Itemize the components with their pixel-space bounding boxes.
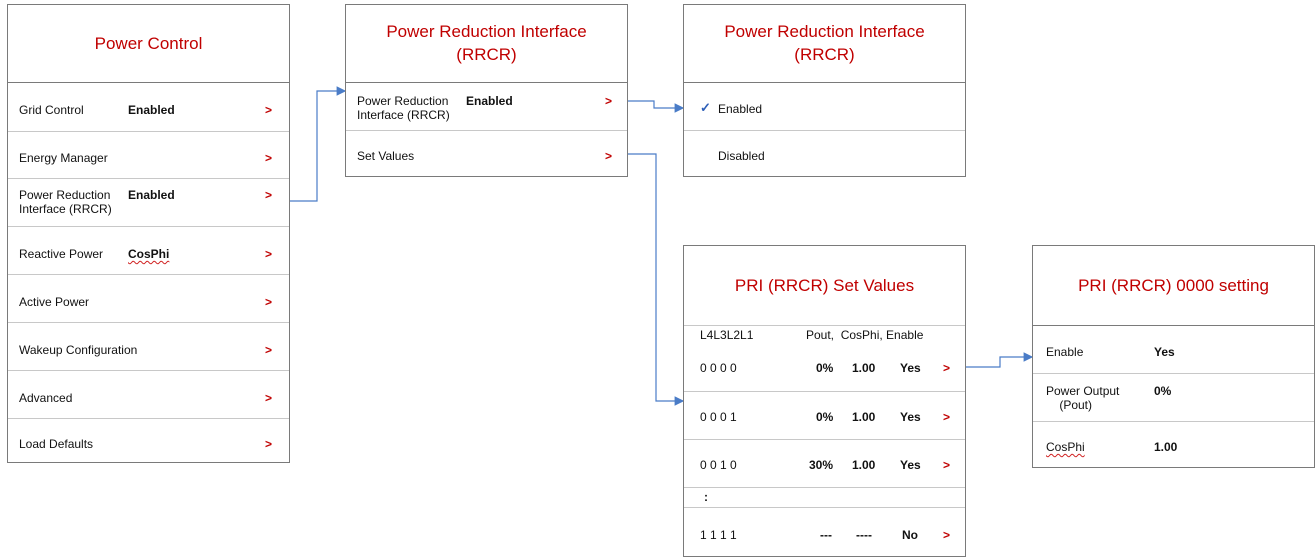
- set-values-panel: PRI (RRCR) Set Values L4L3L2L1 Pout, Cos…: [683, 245, 966, 557]
- rrcr-select-title: Power Reduction Interface (RRCR): [724, 22, 925, 64]
- chevron-right-icon[interactable]: >: [943, 458, 950, 472]
- pout-value: 30%: [809, 458, 834, 472]
- row-value: Yes: [1154, 345, 1175, 359]
- row-label: Advanced: [19, 391, 73, 405]
- row-value: Enabled: [128, 188, 175, 202]
- setting-row-power-output[interactable]: Power Output (Pout) 0%: [1033, 373, 1314, 422]
- chevron-right-icon[interactable]: >: [943, 361, 950, 375]
- bits-value: 1 1 1 1: [700, 528, 737, 542]
- set-value-row-0010[interactable]: 0 0 1 0 30% 1.00 Yes >: [684, 439, 965, 488]
- row-label: Set Values: [357, 149, 415, 163]
- header-bits-label: L4L3L2L1: [700, 328, 754, 342]
- arrow-rrcr-to-select: [628, 100, 685, 113]
- row-label: Active Power: [19, 295, 90, 309]
- chevron-right-icon[interactable]: >: [265, 247, 272, 261]
- enable-value: Yes: [900, 410, 921, 424]
- set-value-row-1111[interactable]: 1 1 1 1 --- ---- No >: [684, 507, 965, 558]
- row-label: Power Output (Pout): [1046, 384, 1120, 412]
- chevron-right-icon[interactable]: >: [605, 94, 612, 108]
- menu-row-grid-control[interactable]: Grid Control Enabled >: [8, 82, 289, 132]
- setting-0000-title: PRI (RRCR) 0000 setting: [1078, 275, 1269, 295]
- menu-row-power-reduction[interactable]: Power Reduction Interface (RRCR) Enabled…: [346, 82, 627, 131]
- set-values-header: L4L3L2L1 Pout, CosPhi, Enable: [684, 325, 965, 344]
- pout-value: ---: [820, 528, 832, 542]
- setting-row-cosphi[interactable]: CosPhi 1.00: [1033, 421, 1314, 468]
- cosphi-value: 1.00: [852, 458, 876, 472]
- power-control-panel: Power Control Grid Control Enabled > Ene…: [7, 4, 290, 463]
- cosphi-value: 1.00: [852, 361, 876, 375]
- row-label: Power Reduction Interface (RRCR): [357, 94, 450, 122]
- chevron-right-icon[interactable]: >: [605, 149, 612, 163]
- chevron-right-icon[interactable]: >: [265, 295, 272, 309]
- menu-row-active-power[interactable]: Active Power >: [8, 274, 289, 323]
- bits-value: 0 0 0 1: [700, 410, 737, 424]
- set-value-row-ellipsis: :: [684, 487, 965, 508]
- bits-value: 0 0 0 0: [700, 361, 737, 375]
- chevron-right-icon[interactable]: >: [265, 151, 272, 165]
- row-value: Enabled: [466, 94, 513, 108]
- arrow-setvalues-to-list: [628, 153, 685, 406]
- menu-row-advanced[interactable]: Advanced >: [8, 370, 289, 419]
- rrcr-menu-panel: Power Reduction Interface (RRCR) Power R…: [345, 4, 628, 177]
- pout-value: 0%: [816, 410, 834, 424]
- chevron-right-icon[interactable]: >: [265, 343, 272, 357]
- set-values-title: PRI (RRCR) Set Values: [734, 275, 915, 295]
- row-value: 0%: [1154, 384, 1172, 398]
- row-label: Enable: [1046, 345, 1084, 359]
- rrcr-menu-title: Power Reduction Interface (RRCR): [386, 22, 587, 64]
- arrow-list-to-setting: [965, 352, 1034, 368]
- row-label: Wakeup Configuration: [19, 343, 138, 357]
- menu-row-power-reduction[interactable]: Power Reduction Interface (RRCR) Enabled…: [8, 178, 289, 227]
- menu-row-energy-manager[interactable]: Energy Manager >: [8, 131, 289, 179]
- pout-value: 0%: [816, 361, 834, 375]
- rrcr-select-panel: Power Reduction Interface (RRCR) ✓ Enabl…: [683, 4, 966, 177]
- row-label: Grid Control: [19, 103, 84, 117]
- chevron-right-icon[interactable]: >: [265, 103, 272, 117]
- row-value: Enabled: [128, 103, 175, 117]
- bits-value: 0 0 1 0: [700, 458, 737, 472]
- chevron-right-icon[interactable]: >: [943, 528, 950, 542]
- row-label: Power Reduction Interface (RRCR): [19, 188, 112, 216]
- set-value-row-0000[interactable]: 0 0 0 0 0% 1.00 Yes >: [684, 343, 965, 391]
- ellipsis-marker: :: [704, 490, 708, 504]
- chevron-right-icon[interactable]: >: [265, 437, 272, 451]
- chevron-right-icon[interactable]: >: [265, 188, 272, 202]
- menu-row-load-defaults[interactable]: Load Defaults >: [8, 418, 289, 463]
- row-value: CosPhi: [128, 247, 170, 261]
- arrow-pc-to-rrcr: [290, 86, 347, 202]
- row-value: 1.00: [1154, 440, 1178, 454]
- row-label: Reactive Power: [19, 247, 104, 261]
- enable-value: Yes: [900, 361, 921, 375]
- chevron-right-icon[interactable]: >: [943, 410, 950, 424]
- cosphi-value: 1.00: [852, 410, 876, 424]
- setting-row-enable[interactable]: Enable Yes: [1033, 325, 1314, 374]
- enable-value: No: [902, 528, 918, 542]
- row-label: Load Defaults: [19, 437, 94, 451]
- power-control-title: Power Control: [94, 33, 203, 53]
- option-enabled[interactable]: ✓ Enabled: [684, 82, 965, 131]
- menu-row-wakeup-configuration[interactable]: Wakeup Configuration >: [8, 322, 289, 371]
- option-disabled[interactable]: Disabled: [684, 130, 965, 177]
- header-columns-label: Pout, CosPhi, Enable: [806, 328, 924, 342]
- chevron-right-icon[interactable]: >: [265, 391, 272, 405]
- set-value-row-0001[interactable]: 0 0 0 1 0% 1.00 Yes >: [684, 391, 965, 440]
- row-label: CosPhi: [1046, 440, 1085, 454]
- cosphi-value: ----: [856, 528, 872, 542]
- menu-row-reactive-power[interactable]: Reactive Power CosPhi >: [8, 226, 289, 275]
- enable-value: Yes: [900, 458, 921, 472]
- menu-row-set-values[interactable]: Set Values >: [346, 130, 627, 177]
- setting-0000-panel: PRI (RRCR) 0000 setting Enable Yes Power…: [1032, 245, 1315, 468]
- option-label: Disabled: [718, 149, 765, 163]
- option-label: Enabled: [718, 102, 763, 116]
- checkmark-icon: ✓: [700, 100, 711, 115]
- row-label: Energy Manager: [19, 151, 108, 165]
